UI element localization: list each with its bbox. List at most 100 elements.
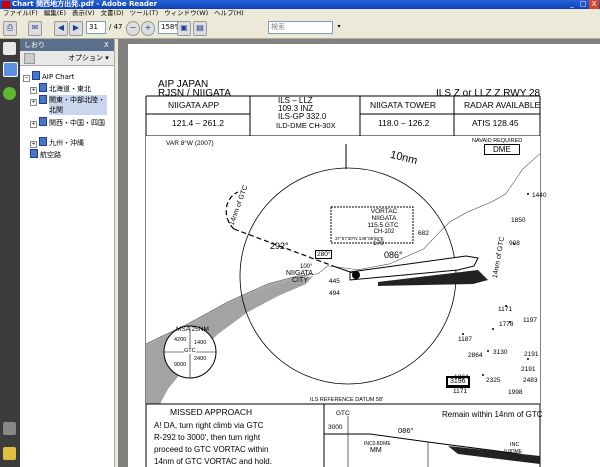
msa-value: 4200 [174, 337, 187, 343]
bookmarks-icon[interactable] [3, 62, 18, 77]
bookmark-item[interactable]: + 北海道・東北 [30, 83, 91, 94]
menu-window[interactable]: ウィンドウ(W) [161, 9, 211, 18]
msa-value: 1400 [194, 340, 207, 346]
highest-elevation-box: 3196 [446, 376, 470, 388]
attachment-icon[interactable] [3, 422, 16, 435]
expand-icon[interactable]: + [30, 141, 37, 148]
spot-elevation: 1850 [511, 217, 526, 224]
menu-file[interactable]: ファイル(F) [0, 9, 41, 18]
dme-box: DME [484, 144, 520, 155]
spot-elevation: 2325 [486, 377, 501, 384]
bookmark-icon [39, 95, 47, 104]
bookmark-item[interactable]: + 九州・沖縄 [30, 137, 84, 148]
menu-edit[interactable]: 編集(E) [41, 9, 69, 18]
panel-close-button[interactable]: X [104, 39, 109, 51]
profile-altitude: 3000 [328, 424, 343, 431]
window-title: Chart 関西地方出発.pdf - Adobe Reader [12, 0, 158, 8]
minimize-button[interactable]: _ [567, 0, 577, 9]
maximize-button[interactable]: □ [578, 0, 588, 9]
radar-header: RADAR AVAILABLE [464, 100, 541, 110]
spot-elevation: 179 [373, 240, 384, 247]
spot-elevation: 1197 [523, 317, 537, 324]
expand-icon[interactable]: + [30, 87, 37, 94]
bookmark-icon [39, 137, 47, 146]
spot-elevation: 1998 [508, 389, 523, 396]
app-header: NIIGATA APP [168, 100, 220, 110]
zoom-in-icon[interactable]: + [141, 21, 155, 36]
profile-course: 086° [398, 426, 414, 435]
expand-icon[interactable]: + [30, 121, 37, 128]
chart-procedure: ILS Z or LLZ Z RWY 28 [436, 88, 541, 99]
menu-document[interactable]: 文書(D) [98, 9, 127, 18]
magnetic-variation: VAR 8°W (2007) [166, 140, 214, 147]
close-button[interactable]: X [589, 0, 599, 9]
fit-width-icon[interactable]: ▤ [193, 21, 207, 36]
profile-gtc: GTC [336, 410, 350, 417]
bookmark-icon [32, 71, 40, 80]
spot-elevation: 2483 [523, 377, 538, 384]
atis-frequency: ATIS 128.45 [472, 118, 519, 128]
spot-elevation: 445 [329, 278, 340, 285]
mail-icon[interactable]: ✉ [28, 21, 42, 36]
spot-elevation: 2191 [521, 366, 536, 373]
options-menu[interactable]: オプション ▾ [68, 51, 109, 65]
ils-reference-datum: ILS REFERENCE DATUM 58' [310, 397, 384, 403]
adobe-reader-icon [2, 1, 10, 8]
profile-dme: 0.8DME [504, 449, 523, 455]
bookmark-icon [30, 149, 38, 158]
bookmark-label: 関西・中国・四国 [49, 119, 105, 127]
print-icon[interactable]: ⎙ [3, 21, 17, 36]
bookmark-item[interactable]: 航空路 [30, 149, 61, 160]
spot-elevation: 1778 [499, 321, 514, 328]
previous-page-icon[interactable]: ◀ [54, 21, 68, 36]
remain-within-label: Remain within 14nm of GTC [442, 410, 543, 419]
course-280-box: 280° [315, 250, 333, 259]
missed-approach-title: MISSED APPROACH [170, 407, 253, 417]
pdf-page: AIP JAPAN RJSN / NIIGATA ILS Z or LLZ Z … [128, 44, 600, 467]
vortac-name: NIIGATA [371, 215, 397, 222]
bookmark-item[interactable]: + 関西・中国・四国 [30, 117, 105, 128]
tower-header: NIIGATA TOWER [370, 100, 436, 110]
ils-line-4: ILD-DME CH-30X [276, 121, 336, 130]
missed-approach-line: R-292 to 3000', then turn right [154, 433, 261, 442]
spot-elevation: 1171 [498, 306, 512, 313]
course-292: 292° [270, 241, 289, 251]
bookmark-label: 航空路 [40, 151, 61, 159]
menu-tools[interactable]: ツール(T) [127, 9, 162, 18]
spot-elevation: 682 [418, 230, 429, 237]
course-086: 086° [384, 250, 403, 260]
title-bar: Chart 関西地方出発.pdf - Adobe Reader _ □ X [0, 0, 600, 9]
next-page-icon[interactable]: ▶ [69, 21, 83, 36]
page-number-input[interactable]: 31 [86, 21, 106, 34]
app-frequency: 121.4 – 261.2 [172, 118, 224, 128]
page-total: / 47 [109, 23, 123, 31]
expand-icon[interactable]: + [30, 99, 37, 106]
help-icon[interactable] [3, 87, 16, 100]
pages-icon[interactable] [3, 42, 16, 55]
msa-center: GTC [184, 348, 196, 354]
msa-title: MSA 25NM [176, 326, 209, 333]
vortac-frequency: 115.5 GTC [367, 222, 399, 229]
msa-value: 9000 [174, 362, 187, 368]
collapse-icon[interactable]: − [23, 75, 30, 82]
search-input[interactable]: 検索 [268, 21, 333, 34]
vortac-label: VORTAC [370, 208, 398, 215]
search-dropdown-icon[interactable]: ▾ [335, 21, 343, 34]
spot-elevation: 1171 [453, 388, 467, 395]
city-label-2: CITY [292, 277, 308, 284]
bookmark-label: 関東・中部北陸・北関 [49, 95, 107, 115]
bookmark-item-selected[interactable]: + 関東・中部北陸・北関 [30, 95, 107, 115]
course-280: 280° [416, 262, 435, 272]
bookmark-root[interactable]: − AIP Chart [23, 71, 75, 82]
bookmarks-title: しおり [24, 41, 45, 49]
fit-page-icon[interactable]: ▣ [177, 21, 191, 36]
menu-help[interactable]: ヘルプ(H) [211, 9, 246, 18]
delete-bookmark-icon[interactable] [24, 53, 35, 64]
bookmarks-header: しおり X [20, 39, 114, 51]
city-label: NIIGATA [286, 270, 313, 277]
comments-icon[interactable] [3, 447, 16, 460]
zoom-out-icon[interactable]: − [126, 21, 140, 36]
msa-value: 2400 [194, 356, 207, 362]
ils-line-3: ILS-GP 332.0 [278, 112, 327, 121]
menu-view[interactable]: 表示(V) [69, 9, 98, 18]
